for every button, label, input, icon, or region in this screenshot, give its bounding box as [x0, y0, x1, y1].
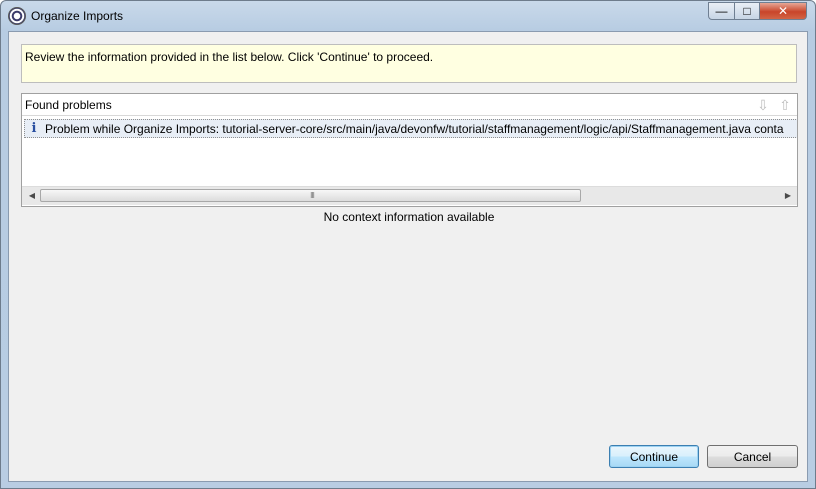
title-bar[interactable]: Organize Imports — □ ✕	[1, 1, 815, 31]
horizontal-scrollbar[interactable]: ◀ III ▶	[22, 186, 797, 205]
eclipse-icon	[9, 8, 25, 24]
problems-header-label: Found problems	[25, 98, 112, 112]
dialog-body: Review the information provided in the l…	[8, 31, 808, 482]
minimize-button[interactable]: —	[708, 2, 735, 20]
banner-message: Review the information provided in the l…	[25, 50, 434, 64]
cancel-button[interactable]: Cancel	[707, 445, 798, 468]
maximize-button[interactable]: □	[734, 2, 760, 20]
scroll-right-icon[interactable]: ▶	[780, 188, 796, 204]
problems-header: Found problems ⇩ ⇧	[22, 94, 797, 116]
window-title: Organize Imports	[31, 9, 124, 23]
problem-text: Problem while Organize Imports: tutorial…	[45, 122, 784, 136]
scrollbar-thumb[interactable]: III	[40, 189, 581, 202]
info-icon: i	[31, 121, 37, 136]
found-problems-panel: Found problems ⇩ ⇧ i Problem while Organ…	[21, 93, 798, 207]
info-banner: Review the information provided in the l…	[21, 44, 797, 83]
grip-icon: III	[310, 191, 315, 200]
context-information: No context information available	[323, 210, 495, 224]
previous-problem-icon[interactable]: ⇧	[777, 97, 793, 113]
close-button[interactable]: ✕	[759, 2, 807, 20]
organize-imports-dialog: Organize Imports — □ ✕ Review the inform…	[0, 0, 816, 489]
continue-button[interactable]: Continue	[609, 445, 699, 468]
scroll-left-icon[interactable]: ◀	[24, 188, 40, 204]
problems-list[interactable]: i Problem while Organize Imports: tutori…	[22, 116, 797, 186]
list-item[interactable]: i Problem while Organize Imports: tutori…	[24, 119, 797, 138]
next-problem-icon[interactable]: ⇩	[755, 97, 771, 113]
